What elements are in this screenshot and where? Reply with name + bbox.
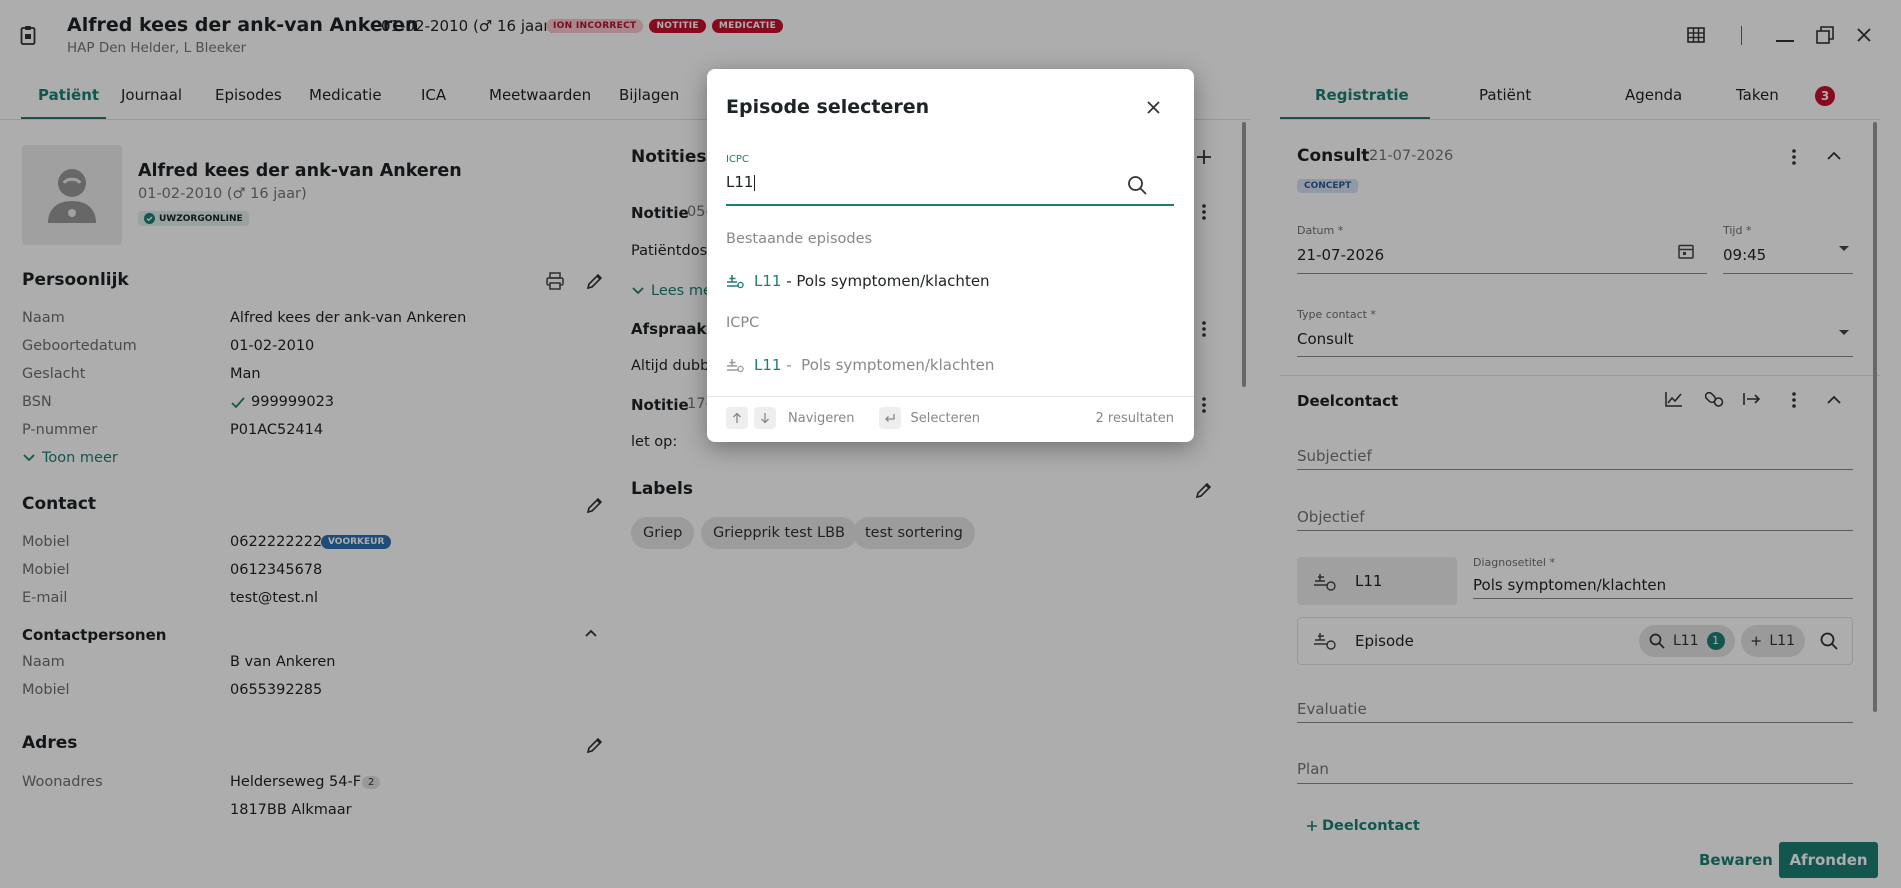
navigeren-label: Navigeren <box>788 410 855 426</box>
section-icpc: ICPC <box>726 315 760 331</box>
episode-grey-icon <box>727 359 744 373</box>
icpc-search-input[interactable]: L11 <box>726 173 1174 201</box>
episode-select-dialog: Episode selecteren ICPC L11 Bestaande ep… <box>707 69 1194 442</box>
existing-episode-item[interactable]: L11 - Pols symptomen/klachten <box>726 272 990 290</box>
existing-episode-text: - Pols symptomen/klachten <box>786 272 990 290</box>
icpc-input-underline <box>726 204 1174 206</box>
selecteren-label: Selecteren <box>910 410 980 426</box>
episode-teal-icon <box>727 275 744 289</box>
results-count: 2 resultaten <box>1095 410 1174 426</box>
icpc-result-code: L11 <box>754 356 782 374</box>
icpc-search-input-value: L11 <box>726 173 754 191</box>
dialog-footer: Navigeren Selecteren 2 resultaten <box>726 407 1174 429</box>
icpc-result-item[interactable]: L11 - Pols symptomen/klachten <box>726 356 994 374</box>
existing-episode-code: L11 <box>754 272 782 290</box>
icpc-search-icon[interactable] <box>1127 175 1147 195</box>
dialog-close-icon[interactable] <box>1147 101 1160 114</box>
dialog-footer-divider <box>707 396 1194 397</box>
enter-key-icon <box>878 407 901 429</box>
icpc-input-label: ICPC <box>726 154 749 165</box>
text-cursor <box>754 174 756 191</box>
section-bestaande-episodes: Bestaande episodes <box>726 231 873 247</box>
arrow-down-key-icon <box>754 407 776 429</box>
arrow-up-key-icon <box>726 407 748 429</box>
dialog-title: Episode selecteren <box>726 96 930 118</box>
icpc-result-text: - Pols symptomen/klachten <box>786 356 995 374</box>
